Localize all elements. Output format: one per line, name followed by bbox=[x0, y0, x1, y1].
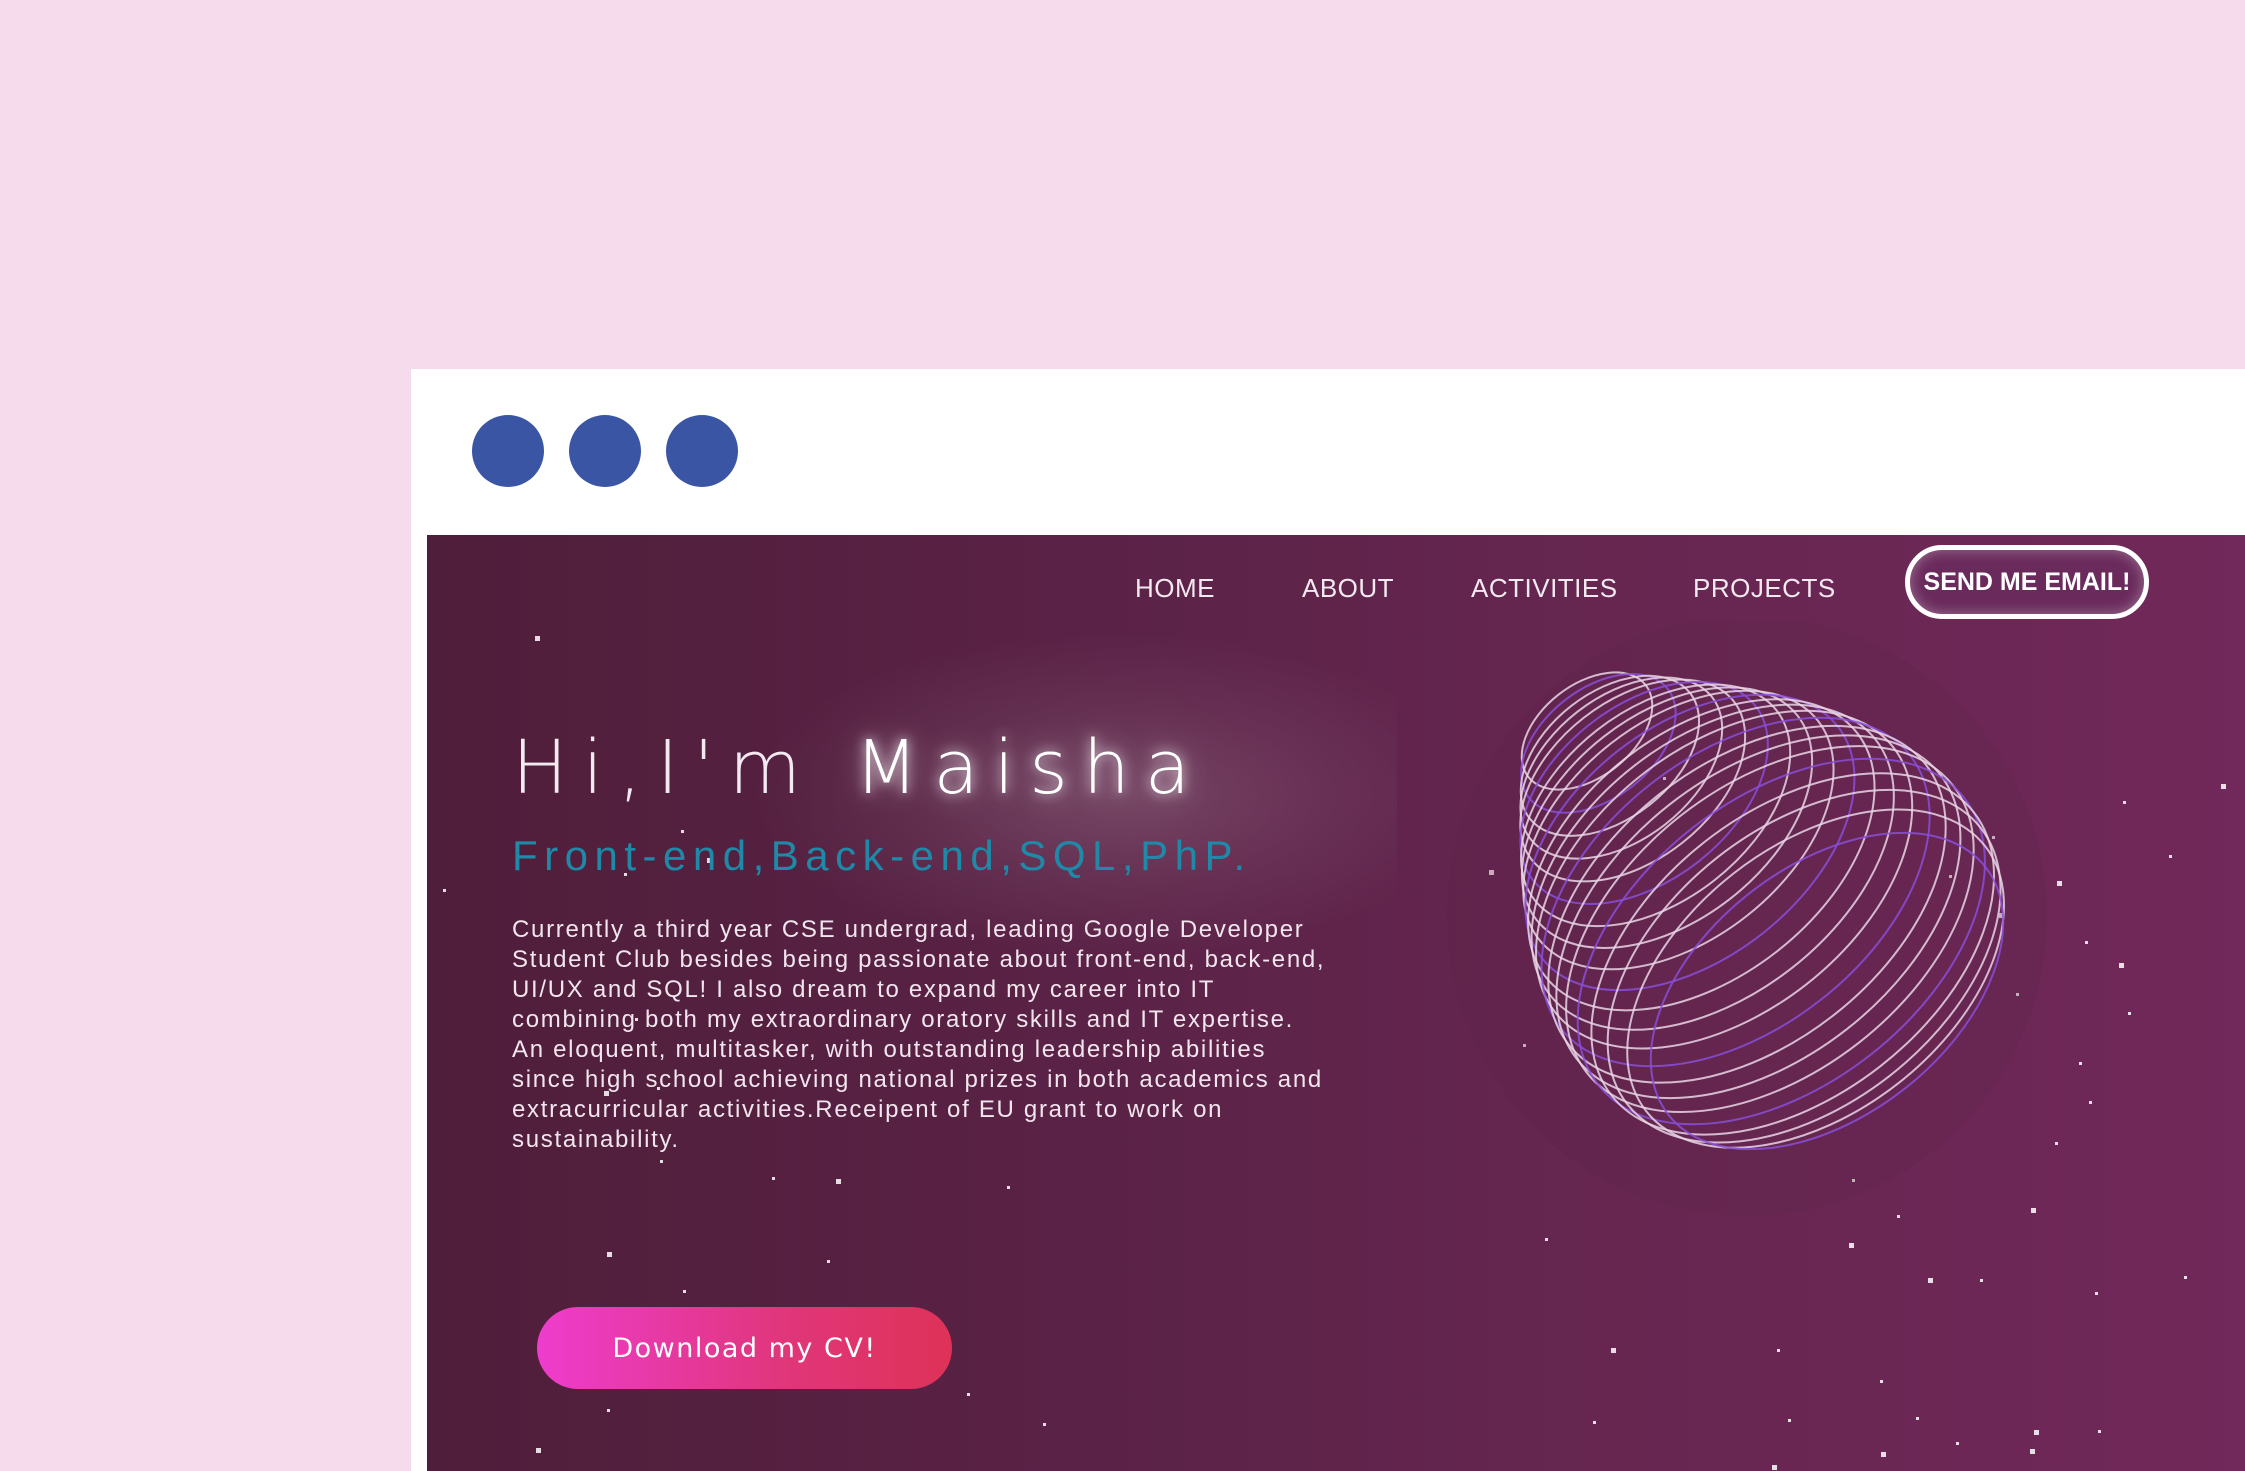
window-dot-3[interactable] bbox=[666, 415, 738, 487]
star bbox=[2184, 1276, 2187, 1279]
star bbox=[1881, 1452, 1886, 1457]
star bbox=[1916, 1417, 1919, 1420]
nav-activities[interactable]: ACTIVITIES bbox=[1471, 573, 1618, 604]
star bbox=[2128, 1012, 2131, 1015]
top-nav: HOME ABOUT ACTIVITIES PROJECTS SEND ME E… bbox=[427, 545, 2245, 627]
wireframe-planet-graphic bbox=[1447, 621, 2047, 1216]
star bbox=[1928, 1278, 1933, 1283]
star bbox=[836, 1179, 841, 1184]
star bbox=[1007, 1186, 1010, 1189]
star bbox=[1593, 1421, 1596, 1424]
download-cv-button[interactable]: Download my CV! bbox=[537, 1307, 952, 1389]
star bbox=[2169, 855, 2172, 858]
hero-bio: Currently a third year CSE undergrad, le… bbox=[512, 916, 1326, 1153]
nav-home[interactable]: HOME bbox=[1135, 573, 1215, 604]
website-viewport: HOME ABOUT ACTIVITIES PROJECTS SEND ME E… bbox=[427, 535, 2245, 1471]
star bbox=[607, 1252, 612, 1257]
window-dot-1[interactable] bbox=[472, 415, 544, 487]
star bbox=[660, 1160, 663, 1163]
star bbox=[1777, 1349, 1780, 1352]
star bbox=[1980, 1279, 1983, 1282]
star bbox=[2119, 963, 2124, 968]
star bbox=[967, 1393, 970, 1396]
star bbox=[1043, 1423, 1046, 1426]
send-email-button[interactable]: SEND ME EMAIL! bbox=[1905, 545, 2149, 619]
star bbox=[2123, 801, 2126, 804]
nav-about[interactable]: ABOUT bbox=[1302, 573, 1394, 604]
star bbox=[1772, 1465, 1777, 1470]
star bbox=[2089, 1101, 2092, 1104]
star bbox=[607, 1409, 610, 1412]
star bbox=[683, 1290, 686, 1293]
star bbox=[535, 636, 540, 641]
hero-greeting: Hi,I'm Maisha bbox=[512, 725, 1205, 811]
star bbox=[2034, 1430, 2039, 1435]
star bbox=[1611, 1348, 1616, 1353]
star bbox=[1880, 1380, 1883, 1383]
hero-name: Maisha bbox=[854, 725, 1206, 811]
window-dot-2[interactable] bbox=[569, 415, 641, 487]
star bbox=[827, 1260, 830, 1263]
star bbox=[772, 1177, 775, 1180]
star bbox=[2221, 784, 2226, 789]
star bbox=[2079, 1062, 2082, 1065]
nav-projects[interactable]: PROJECTS bbox=[1693, 573, 1836, 604]
star bbox=[1788, 1419, 1791, 1422]
star bbox=[2098, 1430, 2101, 1433]
hero-skills: Front-end,Back-end,SQL,PhP. bbox=[512, 832, 1252, 879]
browser-window: HOME ABOUT ACTIVITIES PROJECTS SEND ME E… bbox=[411, 369, 2245, 1471]
star bbox=[2030, 1449, 2035, 1454]
star bbox=[2085, 941, 2088, 944]
star bbox=[536, 1448, 541, 1453]
window-controls bbox=[472, 415, 738, 487]
star bbox=[443, 889, 446, 892]
star bbox=[2095, 1292, 2098, 1295]
star bbox=[1956, 1442, 1959, 1445]
greeting-prefix: Hi,I'm bbox=[512, 725, 855, 811]
